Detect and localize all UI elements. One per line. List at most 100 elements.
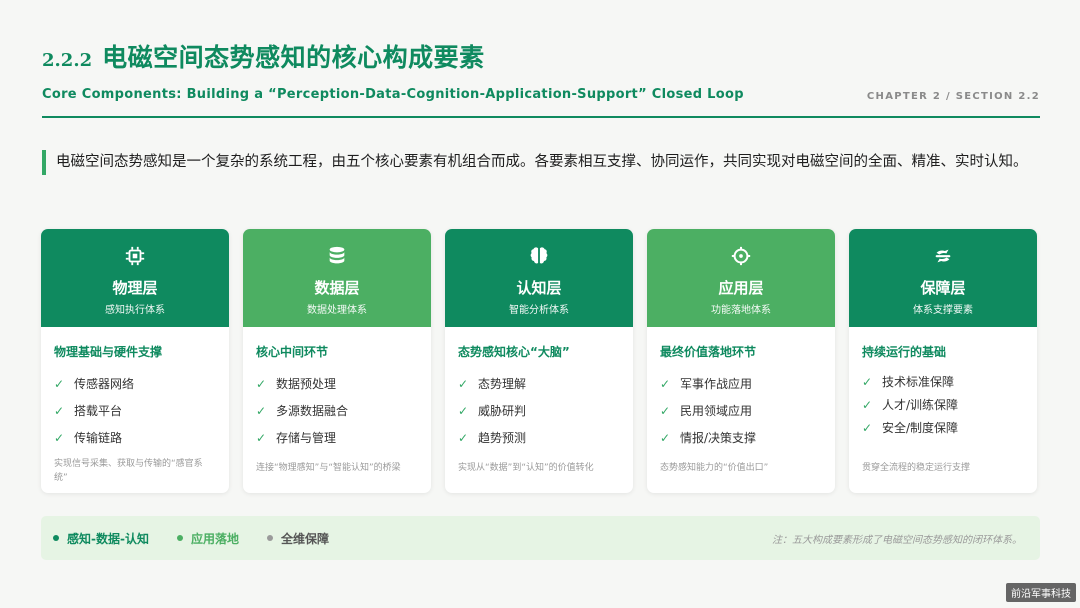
legend-label: 感知-数据-认知 bbox=[67, 531, 149, 546]
list-item: ✓ 安全/制度保障 bbox=[862, 416, 1024, 439]
legend-dot bbox=[53, 535, 59, 541]
list-item-label: 民用领域应用 bbox=[680, 404, 753, 418]
check-icon: ✓ bbox=[54, 403, 65, 418]
check-icon: ✓ bbox=[660, 403, 671, 418]
check-icon: ✓ bbox=[54, 376, 65, 391]
check-icon: ✓ bbox=[458, 376, 469, 391]
list-item-label: 技术标准保障 bbox=[882, 375, 955, 389]
card-body: 最终价值落地环节 ✓ 军事作战应用 ✓ 民用领域应用 ✓ 情报/决策支撑 态势感知能力… bbox=[647, 327, 835, 493]
card-header: 物理层 感知执行体系 bbox=[41, 229, 229, 327]
list-item: ✓ 传输链路 bbox=[54, 424, 216, 451]
card-body: 持续运行的基础 ✓ 技术标准保障 ✓ 人才/训练保障 ✓ 安全/制度保障 贯穿全流程的… bbox=[849, 327, 1037, 493]
card-subtitle: 感知执行体系 bbox=[105, 305, 165, 316]
legend-tag: 全维保障 bbox=[266, 530, 329, 547]
check-icon: ✓ bbox=[862, 397, 873, 412]
list-item-label: 人才/训练保障 bbox=[882, 398, 959, 412]
card-header: 数据层 数据处理体系 bbox=[243, 229, 431, 327]
card-name: 应用层 bbox=[718, 279, 764, 297]
card-name: 物理层 bbox=[112, 279, 158, 297]
legend-tag: 感知-数据-认知 bbox=[53, 530, 149, 547]
card-body-title: 核心中间环节 bbox=[256, 345, 329, 359]
card-body: 物理基础与硬件支撑 ✓ 传感器网络 ✓ 搭载平台 ✓ 传输链路 实现信号采集、获取与传… bbox=[41, 327, 229, 493]
card-support-layer: 保障层 体系支撑要素 持续运行的基础 ✓ 技术标准保障 ✓ 人才/训练保障 ✓ 安全/… bbox=[849, 229, 1037, 493]
list-item-label: 趋势预测 bbox=[478, 431, 527, 445]
handshake-icon bbox=[935, 249, 951, 263]
card-subtitle: 体系支撑要素 bbox=[913, 305, 973, 316]
card-body-title: 态势感知核心“大脑” bbox=[458, 345, 570, 359]
header-divider bbox=[42, 116, 1040, 118]
database-icon bbox=[329, 246, 345, 264]
section-number: 2.2.2 bbox=[42, 50, 93, 71]
check-icon: ✓ bbox=[660, 376, 671, 391]
list-item: ✓ 传感器网络 bbox=[54, 370, 216, 397]
card-note: 连接“物理感知”与“智能认知”的桥梁 bbox=[256, 463, 401, 473]
check-icon: ✓ bbox=[256, 376, 267, 391]
list-item: ✓ 情报/决策支撑 bbox=[660, 424, 822, 451]
list-item: ✓ 数据预处理 bbox=[256, 370, 418, 397]
card-application-layer: 应用层 功能落地体系 最终价值落地环节 ✓ 军事作战应用 ✓ 民用领域应用 ✓ 情报/… bbox=[647, 229, 835, 493]
page-title: 电磁空间态势感知的核心构成要素 bbox=[102, 43, 485, 72]
cpu-chip-icon bbox=[125, 246, 145, 266]
card-cognition-layer: 认知层 智能分析体系 态势感知核心“大脑” ✓ 态势理解 ✓ 威胁研判 ✓ 趋势预测 … bbox=[445, 229, 633, 493]
card-data-layer: 数据层 数据处理体系 核心中间环节 ✓ 数据预处理 ✓ 多源数据融合 ✓ 存储与管理 … bbox=[243, 229, 431, 493]
legend-dot bbox=[176, 535, 183, 541]
list-item-label: 搭载平台 bbox=[74, 404, 123, 418]
card-header: 应用层 功能落地体系 bbox=[647, 229, 835, 327]
list-item-label: 态势理解 bbox=[478, 377, 527, 391]
page-subtitle: Core Components: Building a “Perception-… bbox=[42, 87, 744, 102]
card-name: 认知层 bbox=[516, 279, 562, 297]
card-body: 态势感知核心“大脑” ✓ 态势理解 ✓ 威胁研判 ✓ 趋势预测 实现从“数据”到“认知… bbox=[445, 327, 633, 493]
card-header: 认知层 智能分析体系 bbox=[445, 229, 633, 327]
intro-paragraph: 电磁空间态势感知是一个复杂的系统工程，由五个核心要素有机组合而成。各要素相互支撑… bbox=[42, 150, 1042, 175]
check-icon: ✓ bbox=[862, 420, 873, 435]
watermark-badge: 前沿军事科技 bbox=[1006, 583, 1076, 602]
legend-label: 全维保障 bbox=[280, 531, 329, 546]
card-header: 保障层 体系支撑要素 bbox=[849, 229, 1037, 327]
list-item: ✓ 技术标准保障 bbox=[862, 370, 1024, 393]
footer-legend: 感知-数据-认知 应用落地 全维保障 注：五大构成要素形成了电磁空间态势感知的闭… bbox=[41, 516, 1040, 560]
card-body-title: 持续运行的基础 bbox=[862, 345, 947, 359]
card-subtitle: 数据处理体系 bbox=[307, 305, 367, 316]
check-icon: ✓ bbox=[660, 430, 671, 445]
list-item: ✓ 多源数据融合 bbox=[256, 397, 418, 424]
card-note: 实现从“数据”到“认知”的价值转化 bbox=[458, 463, 594, 473]
card-physical-layer: 物理层 感知执行体系 物理基础与硬件支撑 ✓ 传感器网络 ✓ 搭载平台 ✓ 传输链路 … bbox=[41, 229, 229, 493]
card-name: 数据层 bbox=[314, 279, 360, 297]
card-note: 实现信号采集、获取与传输的“感官系统” bbox=[54, 459, 203, 483]
page-title-row: 2.2.2 电磁空间态势感知的核心构成要素 bbox=[42, 38, 485, 74]
card-body: 核心中间环节 ✓ 数据预处理 ✓ 多源数据融合 ✓ 存储与管理 连接“物理感知”与“智… bbox=[243, 327, 431, 493]
check-icon: ✓ bbox=[256, 403, 267, 418]
check-icon: ✓ bbox=[862, 374, 873, 389]
list-item: ✓ 民用领域应用 bbox=[660, 397, 822, 424]
check-icon: ✓ bbox=[54, 430, 65, 445]
check-icon: ✓ bbox=[256, 430, 267, 445]
list-item: ✓ 搭载平台 bbox=[54, 397, 216, 424]
card-note: 贯穿全流程的稳定运行支撑 bbox=[862, 463, 971, 473]
list-item: ✓ 存储与管理 bbox=[256, 424, 418, 451]
list-item: ✓ 态势理解 bbox=[458, 370, 620, 397]
check-icon: ✓ bbox=[458, 403, 469, 418]
card-subtitle: 功能落地体系 bbox=[711, 305, 771, 316]
list-item-label: 数据预处理 bbox=[276, 377, 337, 391]
card-subtitle: 智能分析体系 bbox=[509, 305, 569, 316]
chapter-label: CHAPTER 2 / SECTION 2.2 bbox=[866, 91, 1040, 102]
list-item: ✓ 军事作战应用 bbox=[660, 370, 822, 397]
crosshair-icon bbox=[731, 246, 751, 266]
card-body-title: 最终价值落地环节 bbox=[660, 345, 757, 359]
legend-tag: 应用落地 bbox=[176, 530, 239, 547]
legend-label: 应用落地 bbox=[190, 531, 239, 546]
footer-note: 注：五大构成要素形成了电磁空间态势感知的闭环体系。 bbox=[772, 535, 1022, 546]
list-item-label: 安全/制度保障 bbox=[882, 421, 959, 435]
list-item-label: 威胁研判 bbox=[478, 404, 527, 418]
card-body-title: 物理基础与硬件支撑 bbox=[54, 345, 163, 359]
list-item-label: 传感器网络 bbox=[74, 377, 135, 391]
component-cards: 物理层 感知执行体系 物理基础与硬件支撑 ✓ 传感器网络 ✓ 搭载平台 ✓ 传输链路 … bbox=[41, 229, 1037, 493]
card-note: 态势感知能力的“价值出口” bbox=[660, 463, 769, 473]
check-icon: ✓ bbox=[458, 430, 469, 445]
list-item-label: 情报/决策支撑 bbox=[680, 431, 757, 445]
list-item-label: 存储与管理 bbox=[276, 431, 337, 445]
list-item-label: 多源数据融合 bbox=[276, 404, 349, 418]
list-item: ✓ 威胁研判 bbox=[458, 397, 620, 424]
list-item: ✓ 趋势预测 bbox=[458, 424, 620, 451]
card-name: 保障层 bbox=[920, 279, 966, 297]
